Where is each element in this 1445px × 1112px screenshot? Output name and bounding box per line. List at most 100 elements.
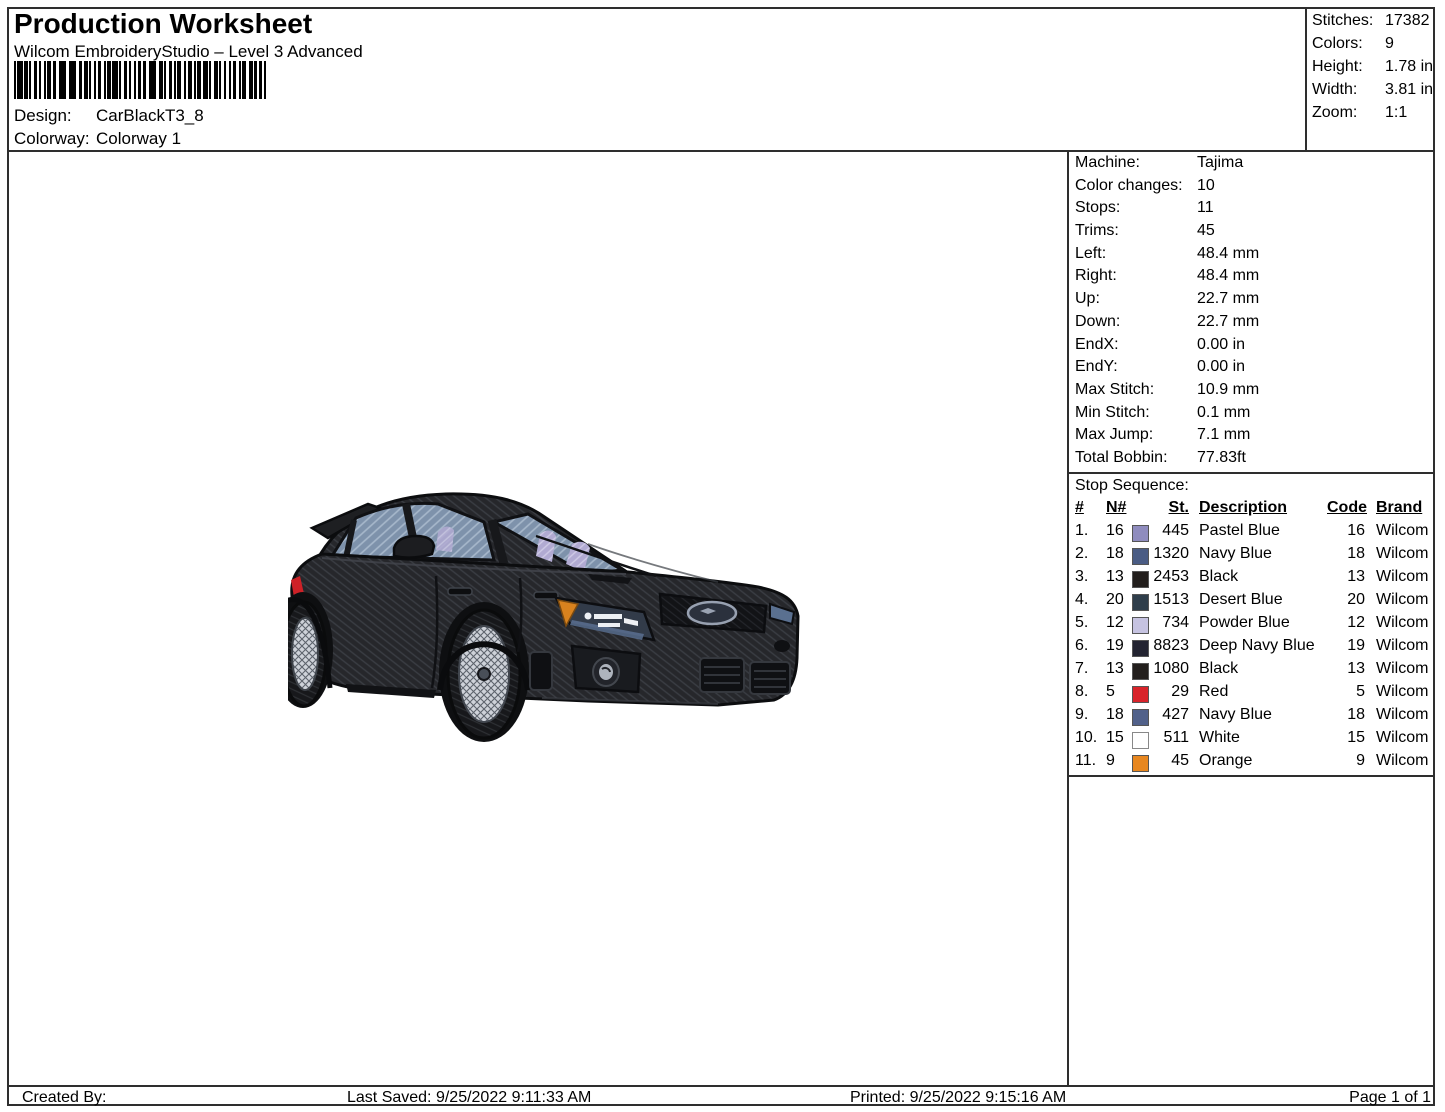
machine-info-label: EndY: xyxy=(1075,358,1118,376)
machine-info-row: Max Stitch: 10.9 mm xyxy=(1075,381,1435,404)
stop-row-number: 8. xyxy=(1075,683,1089,700)
stop-sequence-row: 5. 12 734 Powder Blue 12 Wilcom xyxy=(1075,614,1437,637)
machine-info-label: Min Stitch: xyxy=(1075,403,1150,421)
machine-info-label: Up: xyxy=(1075,290,1100,308)
stop-row-number: 10. xyxy=(1075,729,1098,746)
summary-value: 1.78 in xyxy=(1385,58,1434,75)
car-embroidery-artwork xyxy=(288,492,800,742)
column-header-num: # xyxy=(1075,499,1084,516)
footer-created-by: Created By: xyxy=(22,1089,107,1106)
machine-info-row: Stops: 11 xyxy=(1075,199,1435,222)
machine-info-bottom-divider xyxy=(1069,472,1435,474)
machine-info-row: Total Bobbin: 77.83ft xyxy=(1075,449,1435,472)
machine-info-row: Max Jump: 7.1 mm xyxy=(1075,426,1435,449)
stop-row-code: 13 xyxy=(1347,660,1365,677)
stop-row-stitches: 29 xyxy=(1171,683,1189,700)
machine-info-value: 10 xyxy=(1197,176,1215,194)
colorway-value: Colorway 1 xyxy=(96,129,182,148)
stop-row-needle: 18 xyxy=(1106,545,1124,562)
stop-row-needle: 16 xyxy=(1106,522,1124,539)
stop-sequence-row: 10. 15 511 White 15 Wilcom xyxy=(1075,729,1437,752)
summary-box-left-divider xyxy=(1305,7,1307,152)
stop-row-needle: 9 xyxy=(1106,752,1115,769)
machine-info-row: Down: 22.7 mm xyxy=(1075,313,1435,336)
stop-row-description: Navy Blue xyxy=(1199,706,1272,723)
column-header-code: Code xyxy=(1327,499,1367,516)
stop-row-number: 5. xyxy=(1075,614,1089,631)
column-header-description: Description xyxy=(1199,499,1288,516)
stop-row-description: Deep Navy Blue xyxy=(1199,637,1315,654)
thread-color-swatch xyxy=(1132,525,1149,542)
stop-row-code: 18 xyxy=(1347,706,1365,723)
stop-row-number: 6. xyxy=(1075,637,1089,654)
stop-row-brand: Wilcom xyxy=(1376,568,1429,585)
stop-row-number: 11. xyxy=(1075,752,1097,769)
machine-info-label: Color changes: xyxy=(1075,176,1183,194)
machine-info-value: 48.4 mm xyxy=(1197,267,1260,285)
stop-row-brand: Wilcom xyxy=(1376,614,1429,631)
stop-row-stitches: 427 xyxy=(1162,706,1189,723)
machine-info-row: Min Stitch: 0.1 mm xyxy=(1075,404,1435,427)
software-subtitle: Wilcom EmbroideryStudio – Level 3 Advanc… xyxy=(14,42,363,61)
stop-row-stitches: 445 xyxy=(1162,522,1189,539)
stop-row-stitches: 8823 xyxy=(1153,637,1189,654)
machine-info-row: EndX: 0.00 in xyxy=(1075,336,1435,359)
machine-info-panel: Machine: Tajima Color changes: 10 Stops: 11 Tr… xyxy=(1075,154,1435,472)
stop-sequence-row: 4. 20 1513 Desert Blue 20 Wilcom xyxy=(1075,591,1437,614)
machine-info-label: Down: xyxy=(1075,312,1121,330)
machine-info-value: 22.7 mm xyxy=(1197,312,1260,330)
thread-color-swatch xyxy=(1132,617,1149,634)
design-value: CarBlackT3_8 xyxy=(96,106,204,125)
stop-row-code: 19 xyxy=(1347,637,1365,654)
machine-info-value: 0.00 in xyxy=(1197,358,1246,376)
production-worksheet-page: Production Worksheet Wilcom EmbroiderySt… xyxy=(0,0,1445,1112)
machine-info-label: EndX: xyxy=(1075,335,1119,353)
stop-row-stitches: 734 xyxy=(1162,614,1189,631)
stop-row-needle: 15 xyxy=(1106,729,1124,746)
summary-label: Colors: xyxy=(1312,35,1363,52)
column-header-stitches: St. xyxy=(1168,499,1189,516)
stop-row-code: 5 xyxy=(1356,683,1365,700)
stop-row-description: Powder Blue xyxy=(1199,614,1290,631)
stop-row-needle: 18 xyxy=(1106,706,1124,723)
thread-color-swatch xyxy=(1132,640,1149,657)
machine-info-value: 77.83ft xyxy=(1197,448,1246,466)
stop-row-number: 1. xyxy=(1075,522,1089,539)
stop-sequence-row: 9. 18 427 Navy Blue 18 Wilcom xyxy=(1075,706,1437,729)
machine-info-label: Trims: xyxy=(1075,222,1119,240)
design-label: Design: xyxy=(14,106,72,125)
machine-info-label: Total Bobbin: xyxy=(1075,448,1168,466)
machine-info-row: EndY: 0.00 in xyxy=(1075,358,1435,381)
stop-row-brand: Wilcom xyxy=(1376,752,1429,769)
stop-row-description: Orange xyxy=(1199,752,1253,769)
thread-color-swatch xyxy=(1132,548,1149,565)
stop-row-code: 18 xyxy=(1347,545,1365,562)
column-header-brand: Brand xyxy=(1376,499,1423,516)
stop-row-stitches: 45 xyxy=(1171,752,1189,769)
summary-value: 9 xyxy=(1385,35,1394,52)
machine-info-value: 10.9 mm xyxy=(1197,380,1260,398)
summary-value: 17382 xyxy=(1385,12,1430,29)
thread-color-swatch xyxy=(1132,755,1149,772)
stop-row-code: 9 xyxy=(1356,752,1365,769)
machine-info-label: Max Jump: xyxy=(1075,426,1154,444)
stop-row-description: Black xyxy=(1199,660,1239,677)
stop-sequence-row: 8. 5 29 Red 5 Wilcom xyxy=(1075,683,1437,706)
stop-sequence-row: 6. 19 8823 Deep Navy Blue 19 Wilcom xyxy=(1075,637,1437,660)
machine-info-label: Machine: xyxy=(1075,154,1140,171)
summary-label: Zoom: xyxy=(1312,104,1358,121)
machine-info-value: 22.7 mm xyxy=(1197,290,1260,308)
thread-color-swatch xyxy=(1132,571,1149,588)
stop-row-number: 4. xyxy=(1075,591,1089,608)
footer-page-number: Page 1 of 1 xyxy=(1349,1089,1431,1106)
footer-printed: Printed: 9/25/2022 9:15:16 AM xyxy=(850,1089,1067,1106)
machine-info-row: Left: 48.4 mm xyxy=(1075,245,1435,268)
machine-info-value: 0.00 in xyxy=(1197,335,1246,353)
thread-color-swatch xyxy=(1132,594,1149,611)
stop-row-needle: 13 xyxy=(1106,568,1124,585)
footer-top-divider xyxy=(7,1085,1435,1087)
column-header-needle: N# xyxy=(1106,499,1127,516)
stop-row-brand: Wilcom xyxy=(1376,683,1429,700)
stop-row-description: Black xyxy=(1199,568,1239,585)
footer-last-saved: Last Saved: 9/25/2022 9:11:33 AM xyxy=(347,1089,592,1106)
